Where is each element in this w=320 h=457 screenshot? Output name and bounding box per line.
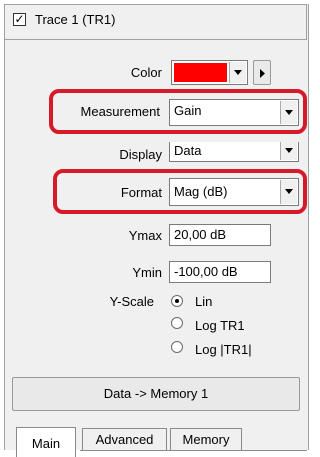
tab-memory[interactable]: Memory <box>170 428 242 450</box>
ymax-label: Ymax <box>128 228 162 243</box>
trace-header: ✓ Trace 1 (TR1) <box>4 4 307 40</box>
color-dropdown[interactable] <box>171 60 248 85</box>
yscale-lin-radio[interactable] <box>171 295 183 307</box>
display-dropdown[interactable]: Data <box>169 142 299 162</box>
display-label: Display <box>119 147 162 162</box>
tab-main[interactable]: Main <box>16 427 76 457</box>
tab-advanced[interactable]: Advanced <box>82 428 167 450</box>
display-value: Data <box>174 143 202 158</box>
chevron-down-icon[interactable] <box>280 142 297 160</box>
yscale-log-label[interactable]: Log TR1 <box>195 318 245 333</box>
color-label: Color <box>130 65 162 80</box>
format-highlight <box>53 169 307 214</box>
yscale-logabs-radio[interactable] <box>171 341 183 353</box>
ymax-input[interactable]: 20,00 dB <box>169 224 271 246</box>
right-arrow-icon <box>260 69 265 78</box>
yscale-lin-label[interactable]: Lin <box>195 294 212 309</box>
tab-strip-line <box>80 450 307 451</box>
ymin-label: Ymin <box>132 265 162 280</box>
ymin-input[interactable]: -100,00 dB <box>169 261 271 283</box>
chevron-down-icon[interactable] <box>229 62 246 83</box>
trace-title: Trace 1 (TR1) <box>35 12 116 27</box>
color-swatch <box>174 63 227 82</box>
data-to-memory-button[interactable]: Data -> Memory 1 <box>12 377 300 411</box>
trace-enable-checkbox[interactable]: ✓ <box>13 13 26 26</box>
checkmark-icon: ✓ <box>14 12 25 26</box>
yscale-log-radio[interactable] <box>171 317 183 329</box>
yscale-logabs-label[interactable]: Log |TR1| <box>195 342 252 357</box>
yscale-label: Y-Scale <box>109 294 154 309</box>
color-more-button[interactable] <box>253 60 271 85</box>
measurement-highlight <box>49 89 307 134</box>
